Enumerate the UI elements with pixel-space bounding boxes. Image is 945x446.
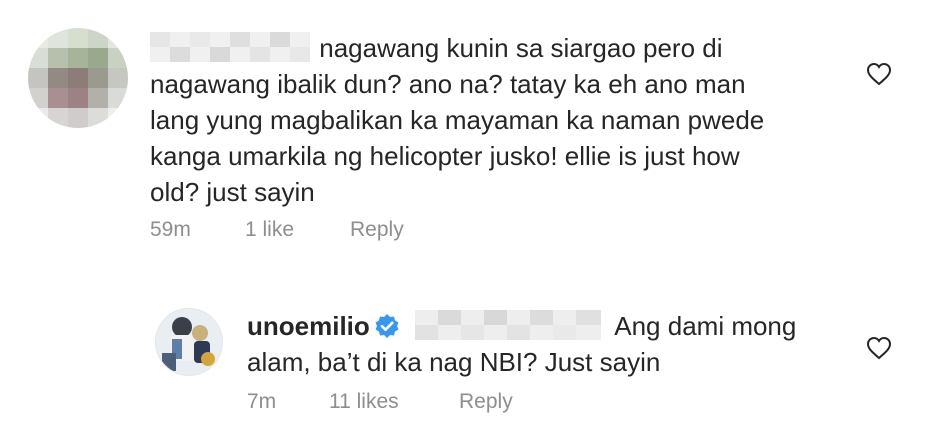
comment-line: old? just sayin xyxy=(150,177,315,207)
reply-text: unoemilio Ang dami mong alam, ba’t di ka… xyxy=(247,308,887,380)
comment-text: nagawang kunin sa siargao pero di nagawa… xyxy=(150,30,850,210)
redacted-username[interactable] xyxy=(150,32,310,63)
timestamp: 7m xyxy=(247,390,277,413)
like-heart-icon[interactable] xyxy=(866,336,892,360)
reply-button[interactable]: Reply xyxy=(350,218,404,242)
comment-meta: 59m 1 like Reply xyxy=(150,218,404,242)
comment-line: nagawang ibalik dun? ano na? tatay ka eh… xyxy=(150,69,746,99)
like-heart-icon[interactable] xyxy=(866,62,892,86)
comment-line: alam, ba’t di ka nag NBI? Just sayin xyxy=(247,347,661,377)
comment-1: nagawang kunin sa siargao pero di nagawa… xyxy=(0,0,945,260)
comment-line: lang yung magbalikan ka mayaman ka naman… xyxy=(150,105,765,135)
avatar[interactable] xyxy=(155,308,223,376)
comment-2: unoemilio Ang dami mong alam, ba’t di ka… xyxy=(0,260,945,446)
comment-line: kanga umarkila ng helicopter jusko! elli… xyxy=(150,141,740,171)
username[interactable]: unoemilio xyxy=(247,311,370,341)
timestamp: 59m xyxy=(150,218,191,241)
redacted-mention[interactable] xyxy=(415,310,602,341)
comment-line: nagawang kunin sa siargao pero di xyxy=(150,30,850,66)
reply-button[interactable]: Reply xyxy=(459,390,513,414)
verified-badge-icon xyxy=(374,312,400,339)
avatar[interactable] xyxy=(28,28,128,128)
comment-meta: 7m 11 likes Reply xyxy=(247,390,513,414)
comment-line: unoemilio Ang dami mong xyxy=(247,310,797,341)
likes-count[interactable]: 1 like xyxy=(245,218,350,242)
likes-count[interactable]: 11 likes xyxy=(329,390,459,414)
